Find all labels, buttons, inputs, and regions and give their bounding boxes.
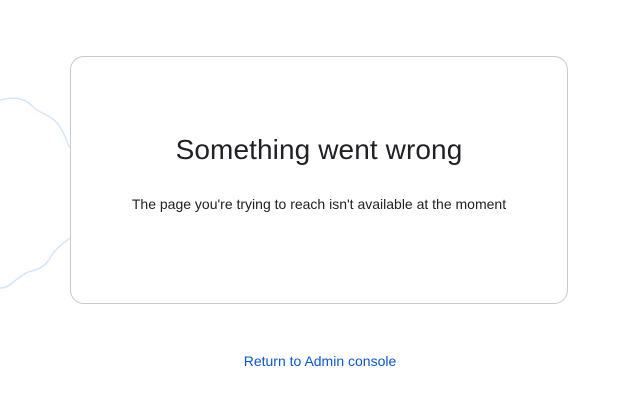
return-to-admin-console-link[interactable]: Return to Admin console — [0, 353, 624, 369]
error-title: Something went wrong — [175, 134, 463, 165]
return-link-label[interactable]: Return to Admin console — [244, 353, 397, 369]
error-message: The page you're trying to reach isn't av… — [131, 196, 507, 212]
error-card: Something went wrong The page you're try… — [70, 56, 568, 304]
error-page: Something went wrong The page you're try… — [0, 0, 624, 417]
